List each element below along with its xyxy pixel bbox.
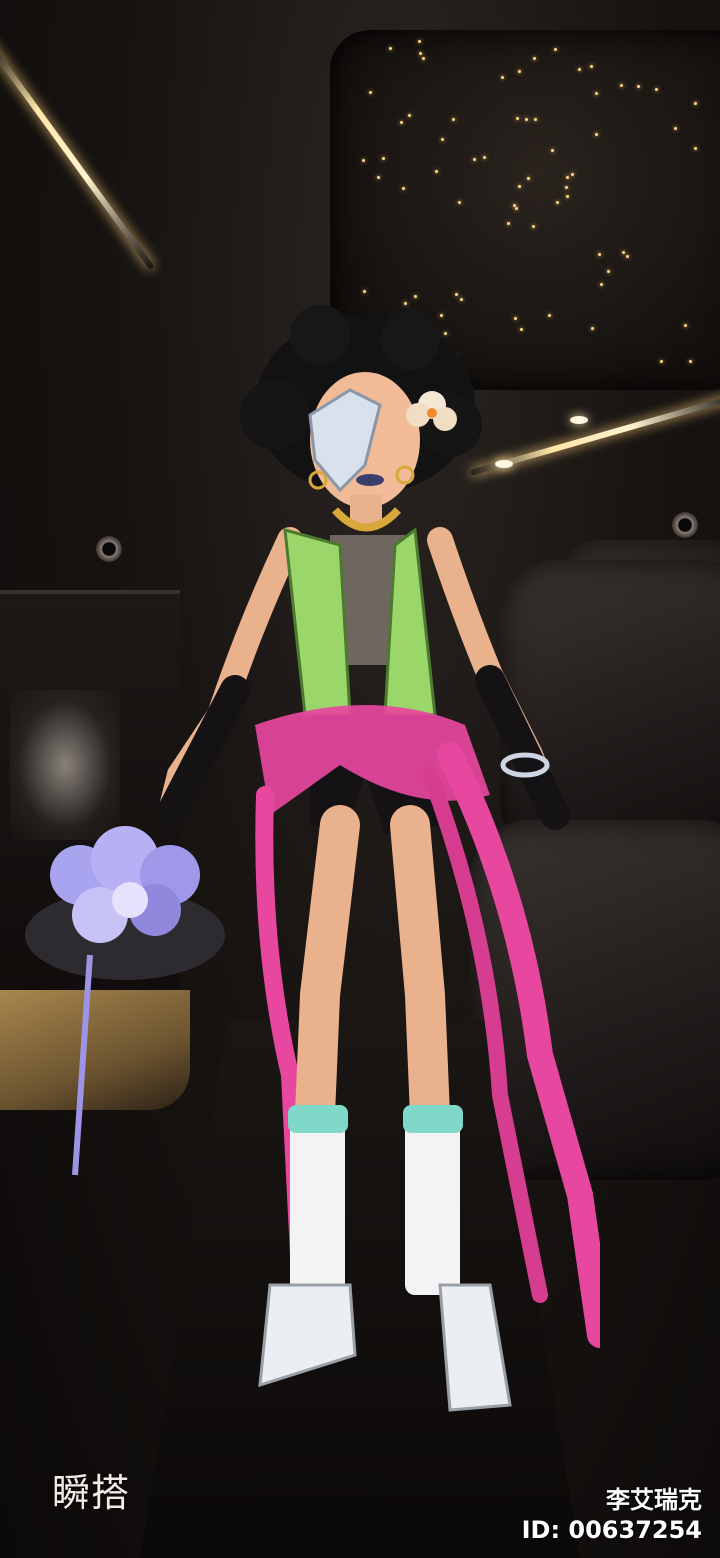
white-sneaker — [258, 1283, 357, 1388]
lips — [356, 474, 384, 486]
ceiling-star — [620, 83, 624, 87]
ceiling-star — [483, 155, 487, 159]
ceiling-star — [517, 69, 521, 73]
left-ceiling-light-strip — [0, 40, 155, 271]
white-sneaker — [438, 1283, 512, 1412]
air-vent — [672, 512, 698, 538]
ceiling-star — [565, 185, 569, 189]
ceiling-star — [457, 201, 461, 205]
ceiling-star — [376, 176, 380, 180]
ceiling-star — [402, 186, 406, 190]
right-leg — [390, 805, 450, 1135]
white-sock — [290, 1105, 345, 1295]
player-id-label: ID: — [521, 1516, 561, 1544]
ceiling-star — [531, 225, 535, 229]
ceiling-star — [388, 46, 392, 50]
player-id-value: 00637254 — [568, 1516, 702, 1544]
app-logo-watermark: 瞬搭 — [52, 1471, 131, 1515]
ceiling-star — [368, 90, 372, 94]
mint-sock-cuff — [403, 1105, 463, 1133]
white-sock — [405, 1105, 460, 1295]
player-id: ID: 00637254 — [522, 1516, 702, 1544]
ceiling-star — [506, 221, 510, 225]
player-name: 李艾瑞克 — [606, 1486, 702, 1514]
black-glove — [475, 665, 570, 830]
ceiling-star — [621, 251, 625, 255]
mint-sock-cuff — [288, 1105, 348, 1133]
green-vest-left — [283, 527, 352, 717]
ceiling-star — [515, 116, 519, 120]
flower-basket — [25, 826, 225, 1176]
ceiling-star — [688, 360, 692, 364]
ceiling-star — [362, 289, 366, 293]
ceiling-star — [407, 113, 411, 117]
character-avatar — [25, 305, 600, 1412]
ceiling-star — [571, 172, 575, 176]
ceiling-star — [566, 175, 570, 179]
ceiling-star — [595, 132, 599, 136]
ceiling-star — [556, 200, 560, 204]
ribbon — [72, 954, 93, 1176]
ceiling-star — [524, 117, 528, 121]
ceiling-star — [565, 194, 569, 198]
ceiling-star — [554, 47, 558, 51]
ceiling-star — [440, 137, 444, 141]
left-leg — [295, 805, 360, 1135]
ceiling-star — [417, 40, 421, 44]
ceiling-star — [421, 56, 425, 60]
ceiling-star — [517, 184, 521, 188]
ceiling-star — [636, 85, 640, 89]
dress-up-scene: 瞬搭 李艾瑞克 ID: 00637254 — [0, 0, 720, 1558]
